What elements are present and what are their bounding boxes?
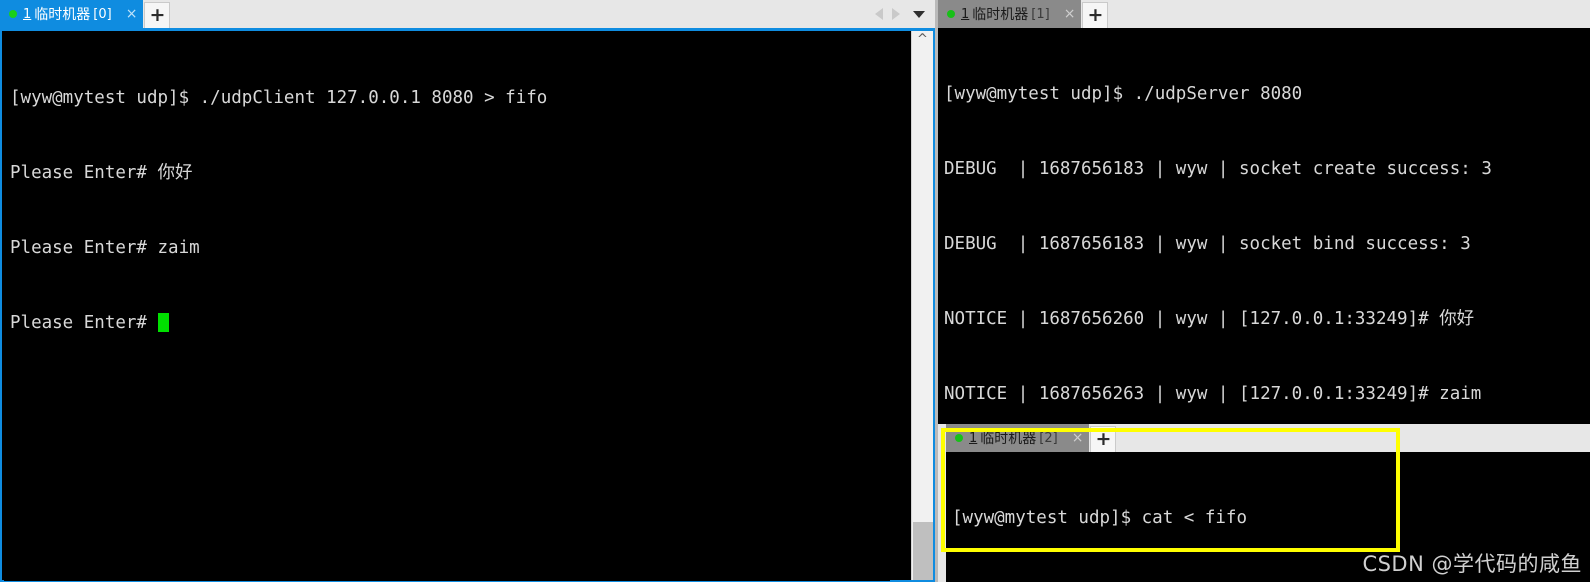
terminal-prompt-line: Please Enter# bbox=[10, 311, 890, 336]
chevron-down-icon[interactable] bbox=[913, 10, 925, 18]
terminal-line: DEBUG | 1687656183 | wyw | socket create… bbox=[944, 159, 1492, 179]
right-bottom-tabbar: 1 临时机器 [2] × + bbox=[938, 424, 1590, 452]
tab-number: 1 bbox=[969, 430, 978, 446]
scroll-up-icon[interactable]: ^ bbox=[912, 33, 933, 47]
tab-index: [1] bbox=[1031, 6, 1050, 22]
terminal-line: DEBUG | 1687656183 | wyw | socket bind s… bbox=[944, 234, 1471, 254]
left-terminal-panel: 1 临时机器 [0] × + [wyw@mytest udp]$ ./udpCl… bbox=[0, 0, 935, 582]
next-tab-icon[interactable] bbox=[892, 8, 900, 20]
tab-linshi-jiqi-2[interactable]: 1 临时机器 [2] × bbox=[946, 424, 1090, 452]
connection-status-dot bbox=[9, 10, 17, 18]
right-top-terminal-panel: 1 临时机器 [1] × + [wyw@mytest udp]$ ./udpSe… bbox=[938, 0, 1590, 424]
left-terminal-frame: [wyw@mytest udp]$ ./udpClient 127.0.0.1 … bbox=[0, 28, 935, 582]
new-tab-button[interactable]: + bbox=[144, 2, 171, 28]
tab-label: 临时机器 bbox=[980, 431, 1037, 447]
left-terminal-screen[interactable]: [wyw@mytest udp]$ ./udpClient 127.0.0.1 … bbox=[4, 32, 890, 581]
tab-index: [0] bbox=[93, 6, 112, 22]
tab-label: 临时机器 bbox=[34, 7, 91, 23]
new-tab-button[interactable]: + bbox=[1090, 426, 1117, 452]
close-icon[interactable]: × bbox=[126, 7, 138, 21]
prompt-text: Please Enter# bbox=[10, 313, 158, 333]
close-icon[interactable]: × bbox=[1072, 431, 1084, 445]
terminal-line: Please Enter# 你好 bbox=[10, 163, 193, 183]
connection-status-dot bbox=[947, 10, 955, 18]
text-cursor bbox=[157, 313, 169, 332]
new-tab-button[interactable]: + bbox=[1082, 2, 1109, 28]
prev-tab-icon[interactable] bbox=[875, 8, 883, 20]
scrollbar-thumb[interactable] bbox=[913, 522, 933, 580]
left-terminal-scrollbar[interactable]: ^ bbox=[911, 31, 933, 580]
right-top-tabbar: 1 临时机器 [1] × + bbox=[938, 0, 1590, 28]
terminal-line: [wyw@mytest udp]$ ./udpServer 8080 bbox=[944, 84, 1303, 104]
right-top-terminal-screen[interactable]: [wyw@mytest udp]$ ./udpServer 8080 DEBUG… bbox=[938, 28, 1590, 424]
tabbar-filler bbox=[1116, 424, 1590, 452]
tabbar-filler bbox=[1108, 0, 1590, 28]
close-icon[interactable]: × bbox=[1064, 7, 1076, 21]
terminal-line: NOTICE | 1687656260 | wyw | [127.0.0.1:3… bbox=[944, 309, 1475, 329]
tab-label: 临时机器 bbox=[972, 7, 1029, 23]
left-tabbar: 1 临时机器 [0] × + bbox=[0, 0, 935, 28]
connection-status-dot bbox=[955, 434, 963, 442]
terminal-line: NOTICE | 1687656263 | wyw | [127.0.0.1:3… bbox=[944, 384, 1482, 404]
watermark-text: CSDN @学代码的咸鱼 bbox=[1362, 552, 1582, 576]
tab-linshi-jiqi-0[interactable]: 1 临时机器 [0] × bbox=[0, 0, 144, 28]
terminal-line: [wyw@mytest udp]$ ./udpClient 127.0.0.1 … bbox=[10, 88, 548, 108]
right-top-terminal-frame: [wyw@mytest udp]$ ./udpServer 8080 DEBUG… bbox=[938, 28, 1590, 424]
tab-number: 1 bbox=[23, 6, 32, 22]
tab-nav-controls bbox=[875, 0, 935, 28]
terminal-line: Please Enter# zaim bbox=[10, 238, 200, 258]
tab-number: 1 bbox=[961, 6, 970, 22]
tab-index: [2] bbox=[1039, 430, 1058, 446]
terminal-line: [wyw@mytest udp]$ cat < fifo bbox=[952, 508, 1248, 528]
tabbar-filler bbox=[170, 0, 875, 28]
tab-linshi-jiqi-1[interactable]: 1 临时机器 [1] × bbox=[938, 0, 1082, 28]
